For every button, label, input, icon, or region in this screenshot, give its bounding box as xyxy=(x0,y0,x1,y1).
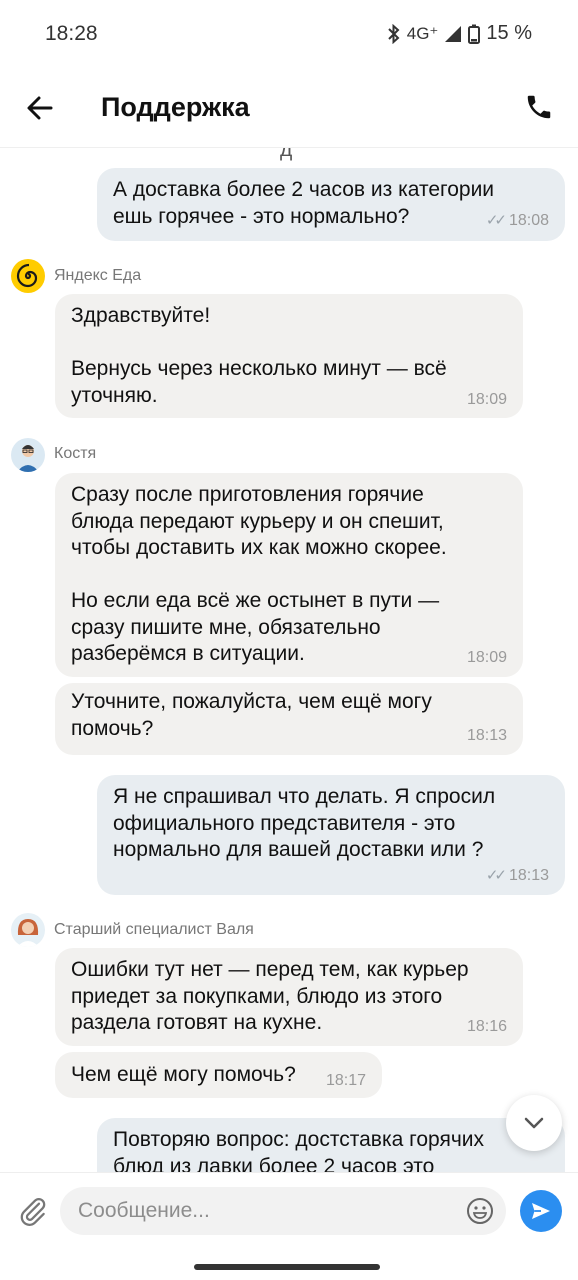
message-line: нормально для вашей доставки или ? xyxy=(113,838,484,861)
person-avatar-icon xyxy=(17,919,39,947)
message-composer xyxy=(0,1172,578,1280)
sender-name: Старший специалист Валя xyxy=(54,921,254,938)
attach-button[interactable] xyxy=(17,1195,49,1227)
message-time: 18:16 xyxy=(466,1018,507,1035)
message-time: ✓✓ 18:13 xyxy=(485,867,549,884)
message-line: помочь? xyxy=(71,716,154,740)
avatar-valya xyxy=(11,913,45,947)
status-icons: 4G⁺ 15 % xyxy=(387,22,532,45)
incoming-message[interactable]: Чем ещё могу помочь? 18:17 xyxy=(55,1052,382,1098)
bluetooth-icon xyxy=(388,23,400,44)
incoming-message[interactable]: Здравствуйте! Вернусь через несколько ми… xyxy=(55,294,523,418)
message-input[interactable] xyxy=(78,1187,458,1235)
message-time: 18:17 xyxy=(325,1072,366,1089)
outgoing-message[interactable]: Повторяю вопрос: достставка горячих блюд… xyxy=(97,1118,565,1172)
message-time: 18:09 xyxy=(466,391,507,408)
page-title: Поддержка xyxy=(101,92,250,122)
message-line: ешь горячее - это нормально? xyxy=(113,204,410,228)
home-indicator[interactable] xyxy=(194,1264,380,1270)
back-arrow-icon xyxy=(27,96,53,120)
message-line: Ошибки тут нет — перед тем, как курьер xyxy=(71,958,469,981)
yandex-eda-logo-icon xyxy=(16,263,38,288)
network-type: 4G⁺ xyxy=(406,23,439,43)
avatar-yandex-eda xyxy=(11,259,45,293)
outgoing-message[interactable]: А доставка более 2 часов из категории еш… xyxy=(97,168,565,241)
status-time: 18:28 xyxy=(45,22,98,45)
chevron-down-icon xyxy=(524,1117,544,1129)
app-bar: Поддержка xyxy=(0,68,578,148)
scroll-to-bottom-button[interactable] xyxy=(506,1095,562,1151)
battery-level: 15 % xyxy=(486,22,532,44)
sender-name: Костя xyxy=(54,445,97,462)
message-line: А доставка более 2 часов из категории xyxy=(113,178,495,201)
message-line: разберёмся в ситуации. xyxy=(71,642,305,665)
message-line: сразу пишите мне, обязательно xyxy=(71,615,381,639)
message-line: блюда передают курьеру и он спешит, xyxy=(71,509,444,533)
message-line: раздела готовят на кухне. xyxy=(71,1011,323,1034)
person-avatar-icon xyxy=(17,445,39,472)
back-button[interactable] xyxy=(22,90,58,126)
avatar-kostya xyxy=(11,438,45,472)
message-input-container xyxy=(60,1187,506,1235)
phone-icon xyxy=(527,95,551,119)
sender-name: Яндекс Еда xyxy=(54,267,142,284)
emoji-button[interactable] xyxy=(466,1197,494,1225)
incoming-message[interactable]: Ошибки тут нет — перед тем, как курьер п… xyxy=(55,948,523,1046)
message-line: приедет за покупками, блюдо из этого xyxy=(71,984,443,1008)
send-icon xyxy=(532,1203,550,1219)
message-line: Уточните, пожалуйста, чем ещё могу xyxy=(71,690,432,713)
message-line: Вернусь через несколько минут — всё xyxy=(71,357,447,380)
chat-area[interactable]: д А доставка более 2 часов из категории … xyxy=(0,148,578,1172)
message-line: Но если еда всё же остынет в пути — xyxy=(71,589,440,612)
paperclip-icon xyxy=(20,1198,46,1226)
call-button[interactable] xyxy=(524,92,554,122)
emoji-icon xyxy=(467,1198,493,1224)
message-line: Чем ещё могу помочь? xyxy=(71,1063,296,1086)
message-time: ✓✓ 18:08 xyxy=(485,212,549,229)
message-line: Здравствуйте! xyxy=(71,304,211,327)
message-line xyxy=(71,330,507,357)
send-button[interactable] xyxy=(520,1190,562,1232)
outgoing-message[interactable]: Я не спрашивал что делать. Я спросил офи… xyxy=(97,775,565,895)
signal-icon xyxy=(445,25,462,42)
message-line: Я не спрашивал что делать. Я спросил xyxy=(113,785,496,808)
message-line: уточняю. xyxy=(71,383,158,407)
message-time: 18:09 xyxy=(466,649,507,666)
double-check-icon: ✓✓ xyxy=(485,867,507,884)
incoming-message[interactable]: Сразу после приготовления горячие блюда … xyxy=(55,473,523,677)
battery-icon xyxy=(468,24,481,44)
message-line xyxy=(71,562,507,589)
incoming-message[interactable]: Уточните, пожалуйста, чем ещё могу помоч… xyxy=(55,683,523,755)
message-line: официального представителя - это xyxy=(113,811,456,835)
status-bar: 18:28 4G⁺ 15 % xyxy=(0,0,578,68)
message-line: Повторяю вопрос: достставка горячих xyxy=(113,1128,484,1151)
message-line: Сразу после приготовления горячие xyxy=(71,483,424,506)
message-time: 18:13 xyxy=(466,727,507,744)
partial-message-text: д xyxy=(280,148,293,161)
message-line: блюд из лавки более 2 часов это xyxy=(113,1154,435,1173)
message-line: чтобы доставить их как можно скорее. xyxy=(71,536,447,559)
double-check-icon: ✓✓ xyxy=(485,212,507,229)
